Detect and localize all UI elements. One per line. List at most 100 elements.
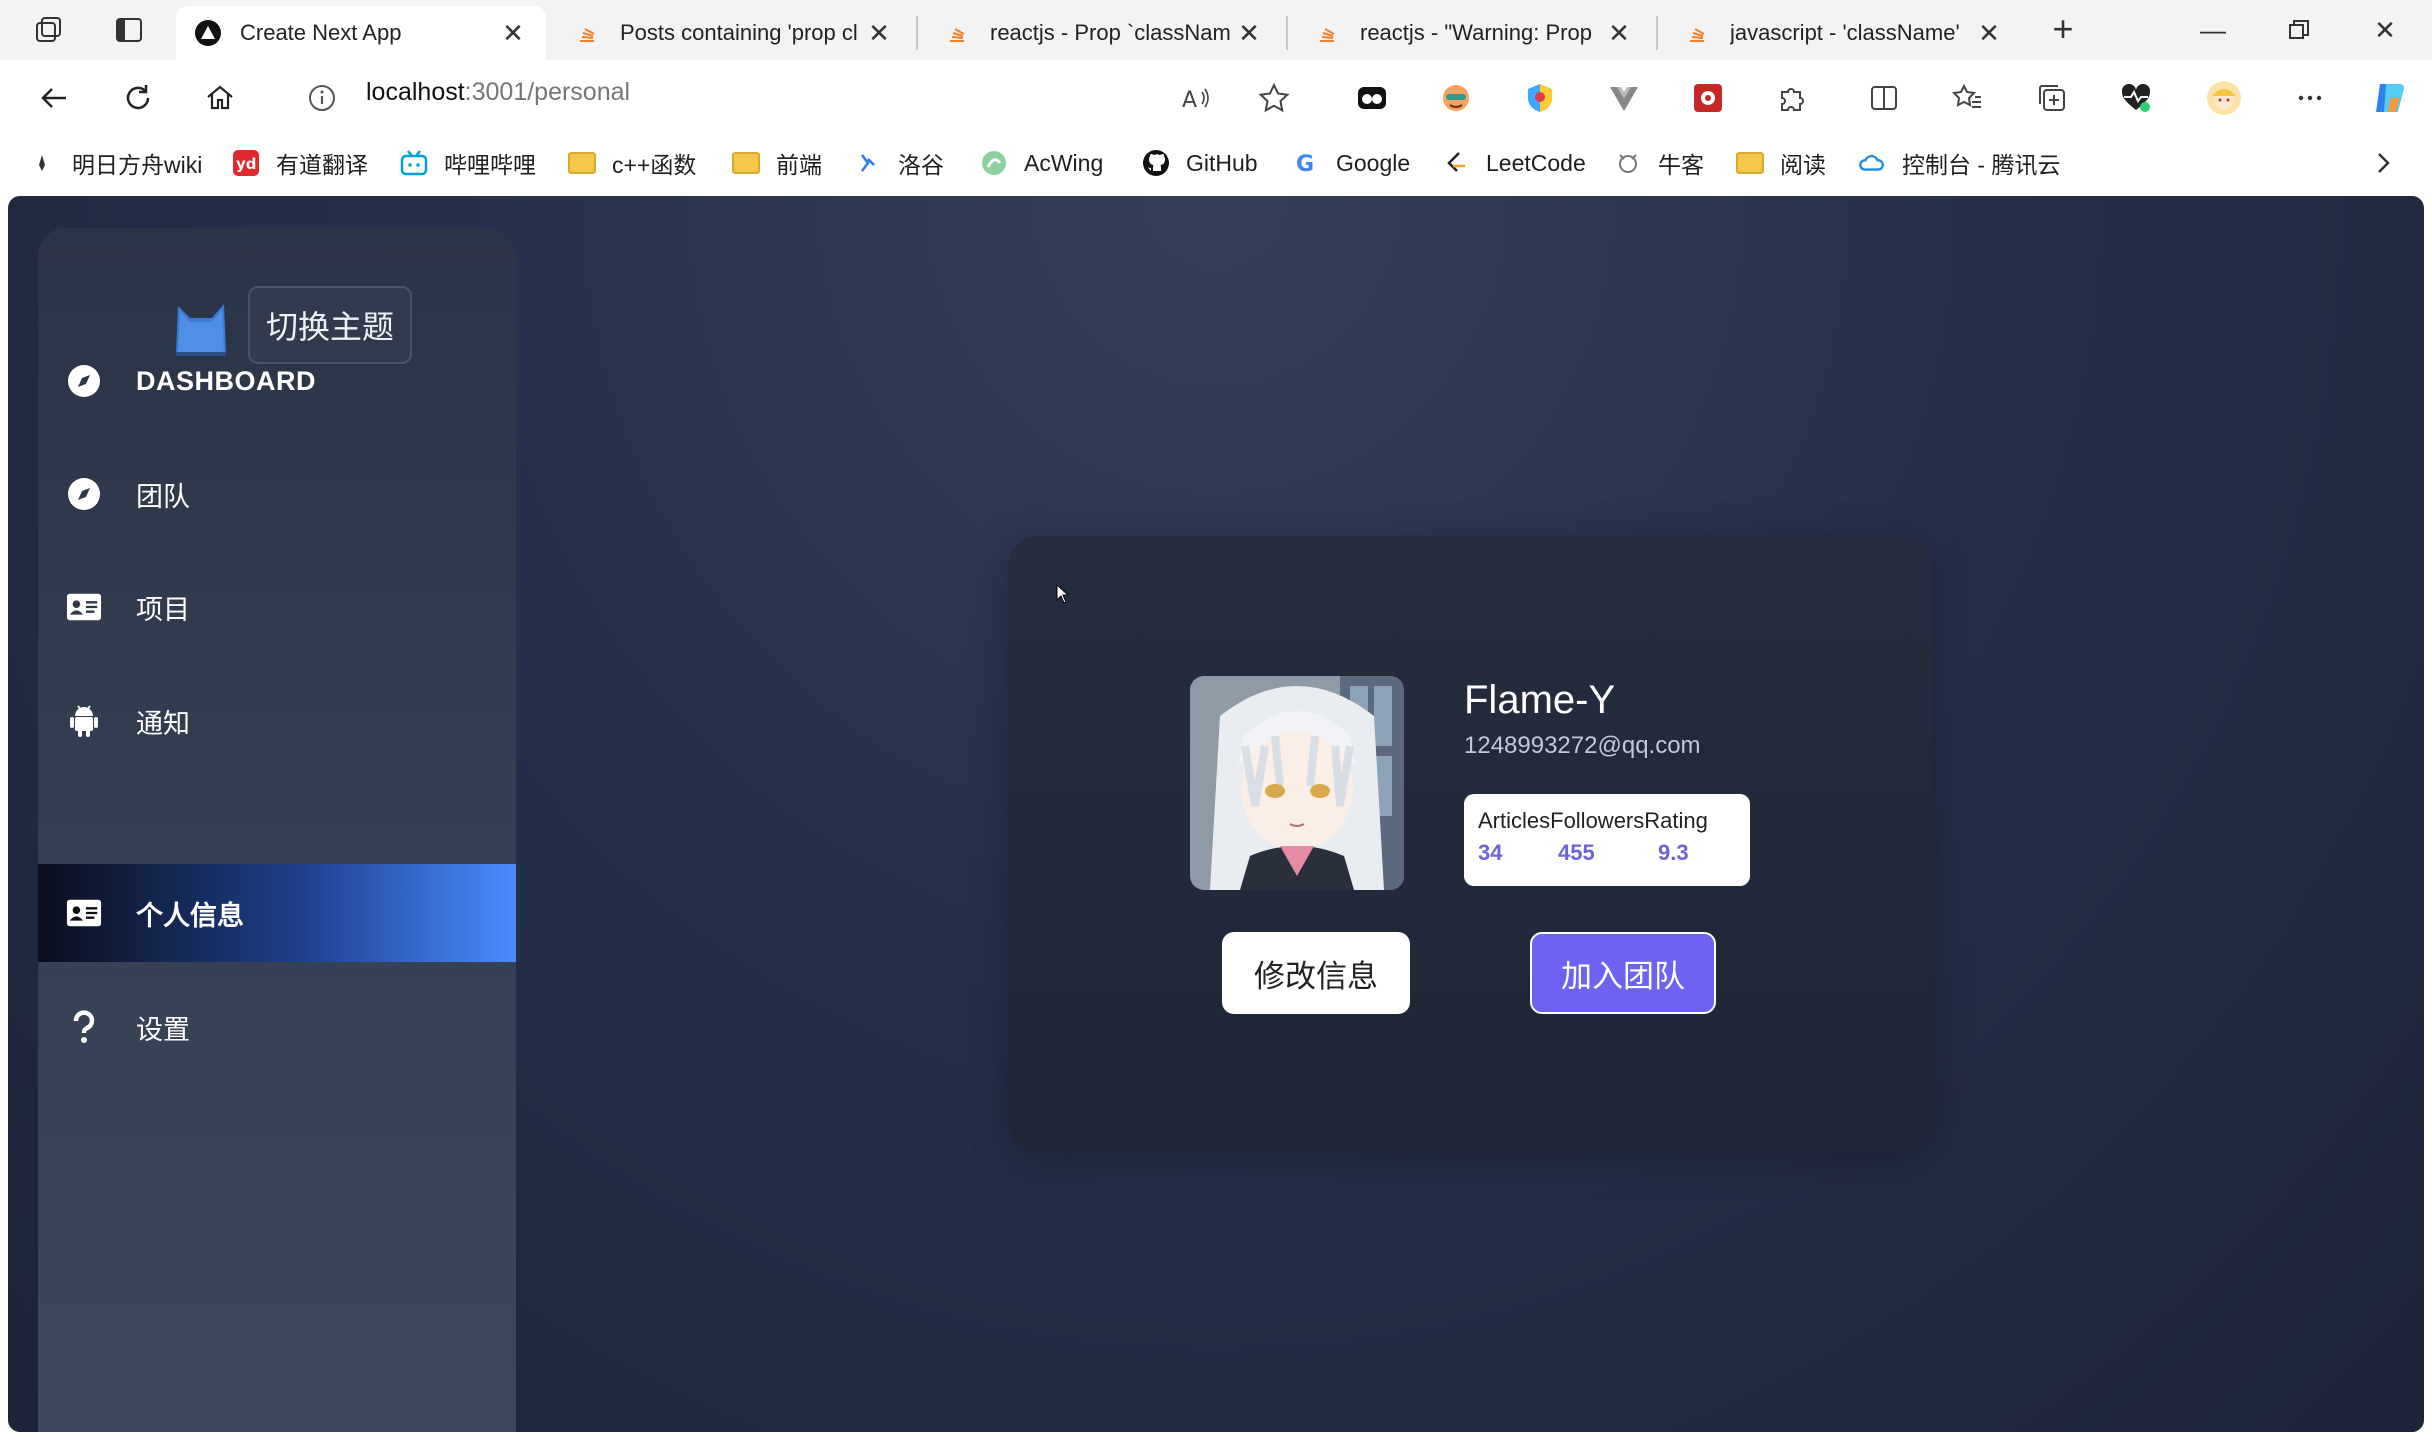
bookmark-reading[interactable]: 阅读 <box>1736 144 1826 182</box>
tab-posts[interactable]: Posts containing 'prop cl ✕ <box>556 6 912 60</box>
url-field[interactable]: localhost:3001/personal <box>366 78 630 107</box>
nextjs-icon <box>194 19 222 47</box>
sidebar-item-label: 项目 <box>136 594 190 625</box>
bookmark-tencent-cloud[interactable]: 控制台 - 腾讯云 <box>1858 144 2060 182</box>
site-info-icon[interactable] <box>296 72 348 124</box>
folder-icon <box>1736 149 1764 177</box>
tab-title: Create Next App <box>240 20 402 45</box>
android-icon <box>66 703 102 739</box>
extension-face-icon[interactable] <box>1430 72 1482 124</box>
tab-create-next-app[interactable]: Create Next App ✕ <box>176 6 546 60</box>
profile-stats: Articles Followers Rating 34 455 9.3 <box>1464 794 1750 886</box>
refresh-button[interactable] <box>112 72 164 124</box>
bookmark-luogu[interactable]: 洛谷 <box>854 144 944 182</box>
compass-icon <box>66 363 102 399</box>
svg-text:yd: yd <box>236 155 257 173</box>
back-button[interactable] <box>28 72 80 124</box>
stackoverflow-icon <box>944 19 972 47</box>
workspaces-icon[interactable] <box>18 0 80 60</box>
extension-vue-icon[interactable] <box>1598 72 1650 124</box>
stat-header-followers: Followers <box>1550 808 1645 833</box>
tab-actions-icon[interactable] <box>98 0 160 60</box>
extension-mask-icon[interactable] <box>1346 72 1398 124</box>
sidebar-item-label: 个人信息 <box>136 900 244 931</box>
bookmark-label: AcWing <box>1024 149 1104 176</box>
extensions-puzzle-icon[interactable] <box>1766 72 1818 124</box>
bookmark-acwing[interactable]: AcWing <box>980 144 1103 182</box>
folder-icon <box>732 149 760 177</box>
sidebar-item-settings[interactable]: 设置 <box>38 978 516 1076</box>
sidebar-item-personal-info[interactable]: 个人信息 <box>38 864 516 962</box>
bookmark-label: 有道翻译 <box>276 152 368 178</box>
bookmarks-overflow-chevron-icon[interactable] <box>2372 144 2394 182</box>
stackoverflow-icon <box>1684 19 1712 47</box>
bookmarks-bar: 明日方舟wiki yd 有道翻译 哔哩哔哩 c++函数 前端 洛谷 AcWing… <box>0 134 2432 192</box>
address-bar: localhost:3001/personal A <box>0 60 2432 134</box>
extension-shield-icon[interactable] <box>1514 72 1566 124</box>
close-window-button[interactable]: ✕ <box>2342 0 2428 60</box>
stat-header-articles: Articles <box>1478 808 1551 833</box>
bookmark-nowcoder[interactable]: 牛客 <box>1614 144 1704 182</box>
bookmark-bilibili[interactable]: 哔哩哔哩 <box>400 144 536 182</box>
close-tab-icon[interactable]: ✕ <box>864 18 894 49</box>
home-button[interactable] <box>194 72 246 124</box>
favorites-icon[interactable] <box>1942 72 1994 124</box>
bookmark-label: GitHub <box>1186 149 1258 176</box>
avatar <box>1190 676 1404 890</box>
tab-title: reactjs - "Warning: Prop <box>1360 20 1592 45</box>
bookmark-arknights-wiki[interactable]: 明日方舟wiki <box>28 144 202 182</box>
close-tab-icon[interactable]: ✕ <box>1604 18 1634 49</box>
join-team-button[interactable]: 加入团队 <box>1530 932 1716 1014</box>
browser-essentials-icon[interactable] <box>2110 72 2162 124</box>
split-screen-icon[interactable] <box>1858 72 1910 124</box>
bookmark-label: 阅读 <box>1780 152 1826 178</box>
new-tab-button[interactable]: + <box>2040 10 2086 50</box>
bookmark-youdao[interactable]: yd 有道翻译 <box>232 144 368 182</box>
url-path: :3001/personal <box>464 78 631 106</box>
bookmark-leetcode[interactable]: LeetCode <box>1442 144 1586 182</box>
read-aloud-icon[interactable]: A <box>1170 72 1222 124</box>
sidebar-item-team[interactable]: 团队 <box>38 445 516 543</box>
sidebar-item-projects[interactable]: 项目 <box>38 558 516 656</box>
tab-reactjs-warning[interactable]: reactjs - "Warning: Prop ✕ <box>1296 6 1652 60</box>
close-tab-icon[interactable]: ✕ <box>498 18 528 49</box>
app-page: 切换主题 DASHBOARD 团队 项目 通知 个人信息 设置 Flame-Y … <box>8 196 2424 1432</box>
id-card-icon <box>66 895 102 931</box>
tab-separator <box>916 16 918 50</box>
bookmark-frontend[interactable]: 前端 <box>732 144 822 182</box>
tab-separator <box>1656 16 1658 50</box>
tab-title: reactjs - Prop `classNam <box>990 20 1231 45</box>
sidebar-item-dashboard[interactable]: DASHBOARD <box>38 332 516 430</box>
stat-header-rating: Rating <box>1644 808 1708 833</box>
bookmark-github[interactable]: GitHub <box>1142 144 1258 182</box>
tab-bar: Create Next App ✕ Posts containing 'prop… <box>0 0 2432 60</box>
svg-text:G: G <box>1296 152 1314 176</box>
close-tab-icon[interactable]: ✕ <box>1974 18 2004 49</box>
tab-javascript-classname[interactable]: javascript - 'className' ✕ <box>1666 6 2022 60</box>
tab-separator <box>1286 16 1288 50</box>
favorite-star-icon[interactable] <box>1248 72 1300 124</box>
edit-info-button[interactable]: 修改信息 <box>1222 932 1410 1014</box>
stackoverflow-icon <box>1314 19 1342 47</box>
luogu-icon <box>854 149 882 177</box>
profile-avatar-icon[interactable] <box>2198 72 2250 124</box>
github-icon <box>1142 149 1170 177</box>
bookmark-label: LeetCode <box>1486 149 1586 176</box>
extension-red-icon[interactable] <box>1682 72 1734 124</box>
close-tab-icon[interactable]: ✕ <box>1234 18 1264 49</box>
collections-icon[interactable] <box>2026 72 2078 124</box>
compass-icon <box>66 476 102 512</box>
profile-card: Flame-Y 1248993272@qq.com Articles Follow… <box>1008 536 1932 1152</box>
more-options-icon[interactable] <box>2284 72 2336 124</box>
minimize-button[interactable]: — <box>2170 0 2256 60</box>
tab-reactjs-prop[interactable]: reactjs - Prop `classNam ✕ <box>926 6 1282 60</box>
restore-button[interactable] <box>2256 0 2342 60</box>
copilot-icon[interactable] <box>2364 72 2416 124</box>
leetcode-icon <box>1442 149 1470 177</box>
folder-icon <box>568 149 596 177</box>
bookmark-cpp-functions[interactable]: c++函数 <box>568 144 696 182</box>
arknights-icon <box>28 149 56 177</box>
sidebar-item-notifications[interactable]: 通知 <box>38 672 516 770</box>
profile-email: 1248993272@qq.com <box>1464 732 1701 759</box>
bookmark-google[interactable]: G Google <box>1292 144 1410 182</box>
